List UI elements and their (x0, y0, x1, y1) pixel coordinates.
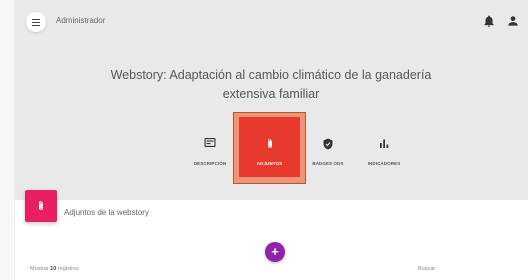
card-icon (204, 138, 216, 147)
tab-label: DESCRIPCIÓN (193, 161, 227, 166)
shield-icon (323, 138, 334, 150)
bell-icon[interactable] (482, 14, 496, 28)
user-name: Administrador (56, 16, 106, 25)
user-icon[interactable] (506, 14, 520, 28)
records-label: registros (57, 266, 79, 272)
search-label: Buscar: (418, 266, 437, 272)
tab-bar: DESCRIPCIÓN ADJUNTOS BADGES ODS INDICADO… (182, 112, 412, 184)
hamburger-icon-bar (32, 24, 40, 26)
tab-indicadores[interactable]: INDICADORES (356, 112, 412, 184)
tab-label: BADGES ODS (312, 161, 344, 166)
tab-badges-ods[interactable]: BADGES ODS (300, 112, 356, 184)
menu-button[interactable] (26, 12, 46, 32)
tab-label: INDICADORES (367, 161, 401, 166)
tab-label: ADJUNTOS (256, 161, 283, 166)
app-main: Administrador Webstory: Adaptación al ca… (14, 0, 528, 280)
tab-adjuntos[interactable]: ADJUNTOS (239, 112, 300, 184)
title-wrap: Webstory: Adaptación al cambio climático… (14, 66, 528, 104)
top-icons (482, 14, 520, 28)
page-title: Webstory: Adaptación al cambio climático… (110, 68, 432, 101)
story-header: Administrador Webstory: Adaptación al ca… (14, 0, 528, 200)
topbar: Administrador (14, 8, 528, 34)
page-size-control[interactable]: Mostrar 10 registros (30, 266, 79, 272)
paperclip-icon (39, 201, 43, 210)
hamburger-icon (32, 18, 40, 20)
bar-chart-icon (379, 138, 390, 149)
section-badge (25, 190, 57, 222)
left-sidebar-strip (0, 0, 15, 280)
page-size-select[interactable]: 10 (50, 266, 56, 272)
tab-descripcion[interactable]: DESCRIPCIÓN (182, 112, 238, 184)
paperclip-icon (266, 138, 274, 150)
hamburger-icon-bar (32, 21, 40, 23)
show-label: Mostrar (30, 266, 49, 272)
section-title: Adjuntos de la webstory (64, 208, 149, 217)
add-attachment-button[interactable]: + (265, 242, 285, 262)
